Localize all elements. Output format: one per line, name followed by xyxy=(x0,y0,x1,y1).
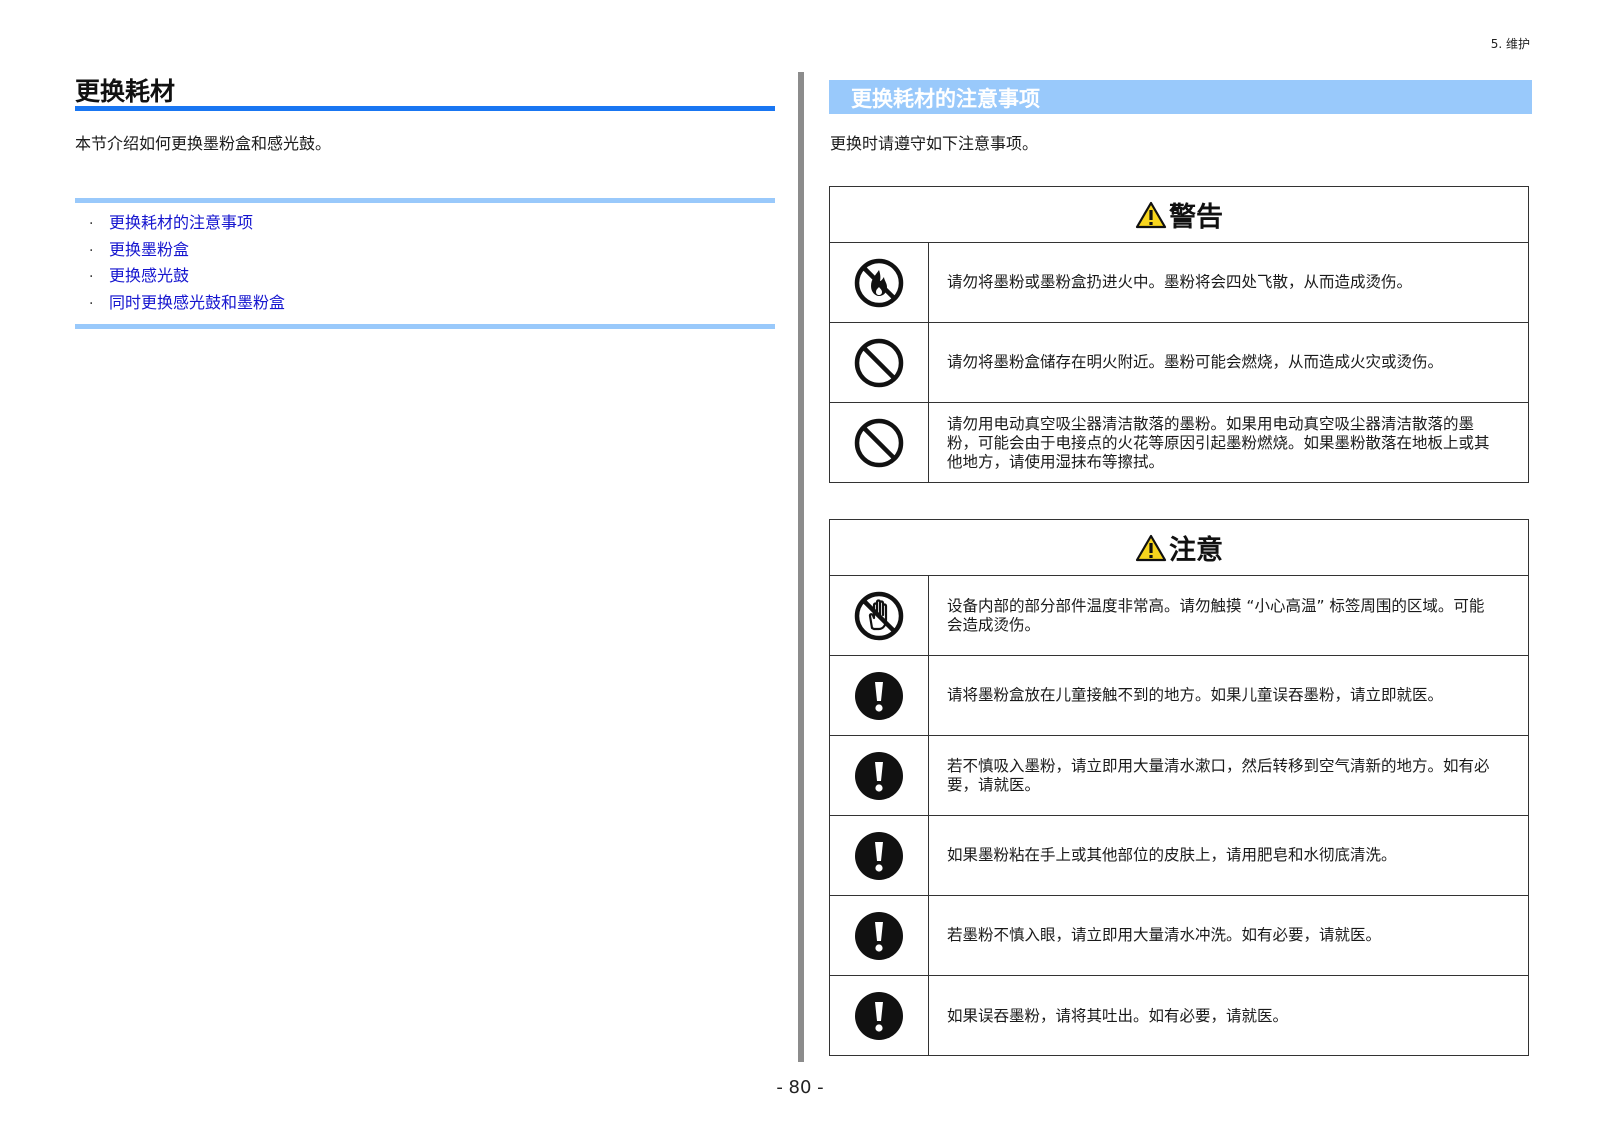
toc-link-drum[interactable]: 更换感光鼓 xyxy=(109,266,189,285)
warning-box: 警告 请勿将墨粉或墨粉盒扔进火中。墨粉将会四处飞散，从而造成烫伤。 请勿将墨粉盒… xyxy=(829,186,1529,483)
warning-triangle-icon xyxy=(1135,201,1167,228)
warning-header: 警告 xyxy=(830,187,1528,243)
caution-text: 如果墨粉粘在手上或其他部位的皮肤上，请用肥皂和水彻底清洗。 xyxy=(947,846,1397,864)
chapter-label: 5. 维护 xyxy=(1490,37,1530,51)
toc-bullet: · xyxy=(89,216,94,232)
warning-row: 请勿用电动真空吸尘器清洁散落的墨粉。如果用电动真空吸尘器清洁散落的墨粉，可能会由… xyxy=(830,403,1528,483)
toc-top-rule xyxy=(75,198,775,203)
section-title: 更换耗材的注意事项 xyxy=(851,87,1040,111)
warning-triangle-icon xyxy=(1135,534,1167,561)
caution-box: 注意 设备内部的部分部件温度非常高。请勿触摸 “小心高温” 标签周围的区域。可能… xyxy=(829,519,1529,1056)
toc-item: · 更换感光鼓 xyxy=(75,263,775,290)
no-fire-icon xyxy=(854,258,904,307)
caution-text: 若不慎吸入墨粉，请立即用大量清水漱口，然后转移到空气清新的地方。如有必要，请就医… xyxy=(947,756,1490,794)
caution-row: 请将墨粉盒放在儿童接触不到的地方。如果儿童误吞墨粉，请立即就医。 xyxy=(830,656,1528,736)
caution-title: 注意 xyxy=(1169,535,1223,566)
warning-row: 请勿将墨粉或墨粉盒扔进火中。墨粉将会四处飞散，从而造成烫伤。 xyxy=(830,243,1528,323)
mandatory-icon xyxy=(855,751,903,800)
warning-text: 请勿将墨粉或墨粉盒扔进火中。墨粉将会四处飞散，从而造成烫伤。 xyxy=(947,273,1413,291)
caution-header: 注意 xyxy=(830,520,1528,576)
caution-row: 如果误吞墨粉，请将其吐出。如有必要，请就医。 xyxy=(830,976,1528,1056)
section-intro-right: 更换时请遵守如下注意事项。 xyxy=(830,134,1039,153)
mandatory-icon xyxy=(855,831,903,880)
toc-item: · 同时更换感光鼓和墨粉盒 xyxy=(75,290,775,317)
no-touch-icon xyxy=(854,591,904,640)
mandatory-icon xyxy=(855,992,903,1040)
title-underline xyxy=(75,106,775,111)
toc-item: · 更换耗材的注意事项 xyxy=(75,210,775,237)
section-header-bar: 更换耗材的注意事项 xyxy=(829,80,1532,114)
toc-item: · 更换墨粉盒 xyxy=(75,237,775,264)
toc-bullet: · xyxy=(89,242,94,259)
warning-title: 警告 xyxy=(1169,202,1223,233)
mandatory-icon xyxy=(855,911,903,960)
caution-text: 请将墨粉盒放在儿童接触不到的地方。如果儿童误吞墨粉，请立即就医。 xyxy=(947,686,1444,704)
toc-bullet: · xyxy=(89,295,94,312)
toc-link-precautions[interactable]: 更换耗材的注意事项 xyxy=(109,213,253,232)
warning-row: 请勿将墨粉盒储存在明火附近。墨粉可能会燃烧，从而造成火灾或烫伤。 xyxy=(830,323,1528,403)
caution-text: 如果误吞墨粉，请将其吐出。如有必要，请就医。 xyxy=(947,1006,1289,1025)
toc-bullet: · xyxy=(89,269,94,285)
toc-list: · 更换耗材的注意事项 · 更换墨粉盒 · 更换感光鼓 · 同时更换感光鼓和墨粉盒 xyxy=(75,210,775,316)
caution-text: 若墨粉不慎入眼，请立即用大量清水冲洗。如有必要，请就医。 xyxy=(947,926,1382,944)
warning-text: 请勿将墨粉盒储存在明火附近。墨粉可能会燃烧，从而造成火灾或烫伤。 xyxy=(947,353,1444,371)
prohibited-icon xyxy=(854,418,904,468)
caution-text: 设备内部的部分部件温度非常高。请勿触摸 “小心高温” 标签周围的区域。可能会造成… xyxy=(947,596,1485,634)
section-intro: 本节介绍如何更换墨粉盒和感光鼓。 xyxy=(75,134,332,153)
caution-row: 如果墨粉粘在手上或其他部位的皮肤上，请用肥皂和水彻底清洗。 xyxy=(830,816,1528,896)
caution-row: 若墨粉不慎入眼，请立即用大量清水冲洗。如有必要，请就医。 xyxy=(830,896,1528,976)
column-divider xyxy=(798,72,804,1062)
page-title: 更换耗材 xyxy=(75,77,176,106)
toc-bottom-rule xyxy=(75,324,775,329)
page-number: - 80 - xyxy=(776,1077,824,1098)
caution-row: 设备内部的部分部件温度非常高。请勿触摸 “小心高温” 标签周围的区域。可能会造成… xyxy=(830,576,1528,656)
toc-link-drum-and-toner[interactable]: 同时更换感光鼓和墨粉盒 xyxy=(109,293,285,312)
prohibited-icon xyxy=(854,338,904,387)
warning-text: 请勿用电动真空吸尘器清洁散落的墨粉。如果用电动真空吸尘器清洁散落的墨粉，可能会由… xyxy=(947,414,1490,471)
caution-row: 若不慎吸入墨粉，请立即用大量清水漱口，然后转移到空气清新的地方。如有必要，请就医… xyxy=(830,736,1528,816)
mandatory-icon xyxy=(855,671,903,720)
toc-link-toner[interactable]: 更换墨粉盒 xyxy=(109,240,189,259)
